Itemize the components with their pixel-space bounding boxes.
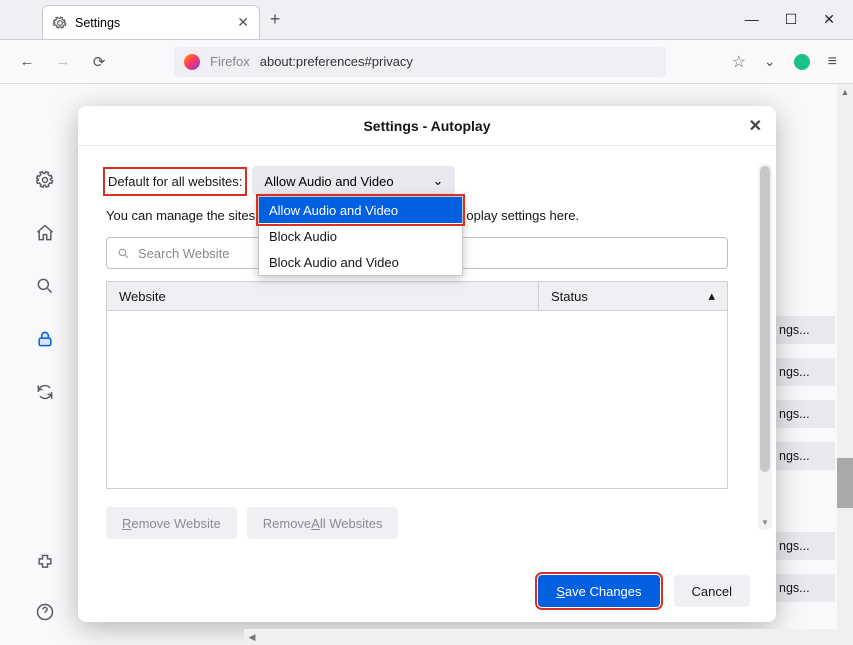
remove-website-button: Remove Website [106,507,237,539]
extension-icon[interactable] [794,54,810,70]
select-value: Allow Audio and Video [264,174,393,189]
help-icon[interactable] [35,602,55,627]
general-icon[interactable] [35,170,55,195]
dialog-body: ▼ Default for all websites: Allow Audio … [78,146,776,560]
bg-settings-button: ngs... [775,574,835,602]
scroll-up-icon[interactable]: ▲ [837,84,853,100]
reload-button[interactable]: ⟳ [88,53,110,71]
helper-text-right: oplay settings here. [466,208,579,223]
bg-settings-button: ngs... [775,400,835,428]
table-header: Website Status ▴ [106,281,728,311]
option-block-audio[interactable]: Block Audio [259,223,462,249]
option-block-audio-video[interactable]: Block Audio and Video [259,249,462,275]
dialog-header: Settings - Autoplay ✕ [78,106,776,146]
firefox-icon [184,54,200,70]
default-select-dropdown: Allow Audio and Video Block Audio Block … [258,196,463,276]
bg-settings-button: ngs... [775,358,835,386]
search-icon [117,247,130,260]
page-scrollbar[interactable]: ▲ [837,84,853,645]
search-nav-icon[interactable] [35,276,55,301]
maximize-button[interactable]: ☐ [785,11,798,28]
column-status[interactable]: Status ▴ [539,288,727,304]
remove-all-websites-button: Remove All Websites [247,507,399,539]
settings-sidebar [0,84,90,407]
close-window-button[interactable]: ✕ [823,11,835,28]
forward-button: → [52,53,74,70]
browser-tab[interactable]: Settings ✕ [42,5,260,39]
address-product: Firefox [210,54,250,69]
browser-toolbar: ← → ⟳ Firefox about:preferences#privacy … [0,40,853,84]
privacy-icon[interactable] [35,329,55,354]
default-label: Default for all websites: [106,170,244,193]
table-body-empty [106,311,728,489]
sidebar-bottom [0,553,90,627]
back-button[interactable]: ← [16,53,38,70]
dialog-footer: Save Changes Cancel [78,560,776,622]
default-select[interactable]: Allow Audio and Video ⌄ [252,166,455,196]
helper-text-left: You can manage the sites [106,208,255,223]
scrollbar-thumb[interactable] [760,166,770,472]
tab-title: Settings [75,16,120,30]
bg-settings-button: ngs... [775,532,835,560]
column-status-label: Status [551,289,588,304]
dialog-scrollbar[interactable]: ▼ [758,164,772,530]
gear-icon [53,16,67,30]
chevron-down-icon: ⌄ [433,173,444,189]
address-url: about:preferences#privacy [260,54,413,69]
home-icon[interactable] [35,223,55,248]
extensions-icon[interactable] [35,553,55,578]
window-titlebar: Settings ✕ + ― ☐ ✕ [0,0,853,40]
window-controls: ― ☐ ✕ [745,11,853,28]
horizontal-scrollbar[interactable]: ◀ [244,629,838,645]
bookmark-icon[interactable]: ☆ [732,52,746,72]
option-allow-audio-video[interactable]: Allow Audio and Video [259,197,462,223]
minimize-button[interactable]: ― [745,11,759,28]
new-tab-button[interactable]: + [260,9,290,30]
close-icon[interactable]: ✕ [237,14,249,31]
bg-settings-button: ngs... [775,316,835,344]
bg-settings-button: ngs... [775,442,835,470]
scrollbar-thumb[interactable] [837,458,853,508]
sort-asc-icon: ▴ [708,288,715,304]
menu-icon[interactable]: ≡ [828,53,837,71]
autoplay-settings-dialog: Settings - Autoplay ✕ ▼ Default for all … [78,106,776,622]
address-bar[interactable]: Firefox about:preferences#privacy [174,47,666,77]
dialog-close-button[interactable]: ✕ [749,116,762,136]
scroll-down-icon[interactable]: ▼ [758,516,772,530]
scroll-left-icon[interactable]: ◀ [244,632,260,643]
dialog-title: Settings - Autoplay [363,118,490,134]
sync-icon[interactable] [35,382,55,407]
search-placeholder: Search Website [138,246,230,261]
cancel-button[interactable]: Cancel [674,575,750,607]
pocket-icon[interactable]: ⌄ [764,53,776,70]
save-changes-button[interactable]: Save Changes [538,575,659,607]
column-website[interactable]: Website [107,282,539,310]
